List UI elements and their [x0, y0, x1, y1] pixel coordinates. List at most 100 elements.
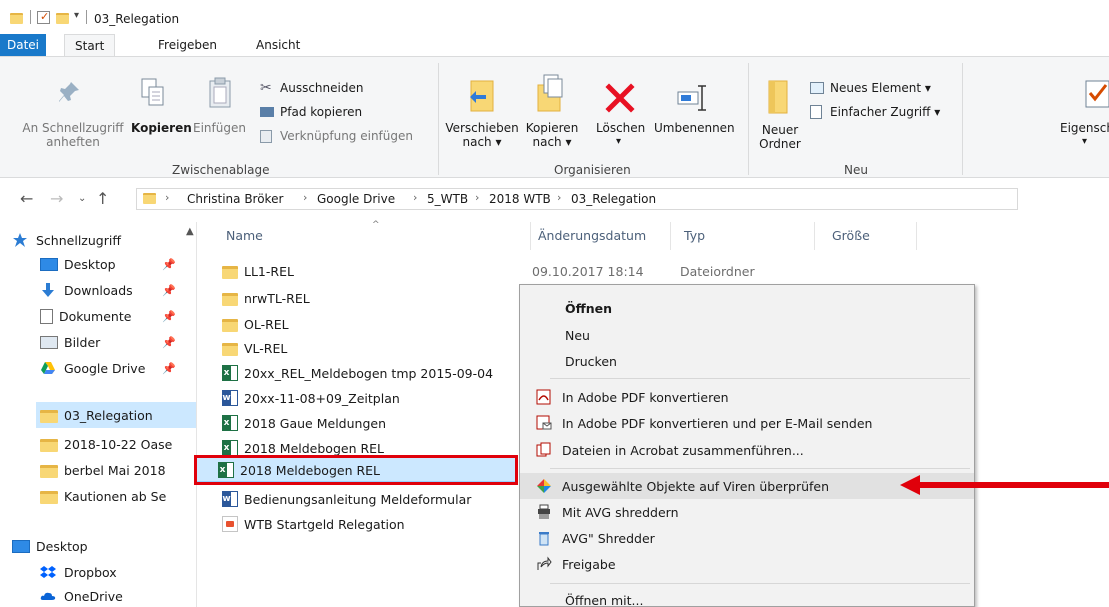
column-divider[interactable]: [530, 222, 531, 250]
menu-item-convert-pdf-email[interactable]: In Adobe PDF konvertieren und per E-Mail…: [520, 410, 974, 436]
properties-checkbox-icon[interactable]: ✓: [37, 10, 50, 24]
acrobat-combine-icon: [536, 442, 552, 458]
folder-icon: [40, 438, 58, 452]
folder-icon: [222, 318, 238, 332]
column-divider[interactable]: [916, 222, 917, 250]
forward-arrow-icon[interactable]: →: [50, 188, 63, 210]
easy-access-button[interactable]: Einfacher Zugriff ▾: [810, 103, 960, 121]
dropbox-icon: [40, 564, 58, 580]
nav-item-label: berbel Mai 2018: [64, 462, 166, 478]
pin-icon[interactable]: 📌: [162, 336, 176, 349]
cloud-icon: [40, 588, 58, 604]
nav-item-label: Bilder: [64, 334, 101, 350]
nav-item-onedrive[interactable]: OneDrive: [40, 584, 196, 607]
rename-button[interactable]: Umbenennen: [654, 121, 735, 135]
menu-item-combine-acrobat[interactable]: Dateien in Acrobat zusammenführen...: [520, 437, 974, 463]
new-item-button[interactable]: Neues Element ▾: [810, 79, 950, 97]
file-name: nrwTL-REL: [244, 290, 310, 306]
nav-item-kautionen[interactable]: Kautionen ab Se: [40, 484, 196, 508]
sort-up-icon: ^: [372, 220, 380, 230]
tab-datei[interactable]: Datei: [0, 34, 46, 56]
scroll-up-arrow[interactable]: ▲: [186, 226, 194, 237]
nav-item-oase[interactable]: 2018-10-22 Oase: [40, 432, 196, 456]
nav-item-desktop-root[interactable]: Desktop: [12, 534, 168, 558]
pin-icon: [56, 79, 82, 108]
breadcrumb-5-wtb[interactable]: 5_WTB: [427, 192, 468, 206]
column-divider[interactable]: [670, 222, 671, 250]
column-divider[interactable]: [814, 222, 815, 250]
tab-freigeben[interactable]: Freigeben: [148, 34, 227, 56]
column-type[interactable]: Typ: [684, 228, 705, 243]
nav-item-berbel[interactable]: berbel Mai 2018: [40, 458, 196, 482]
menu-item-new[interactable]: Neu: [520, 322, 974, 348]
tab-ansicht[interactable]: Ansicht: [246, 34, 310, 56]
column-size[interactable]: Größe: [832, 228, 870, 243]
quick-access-dropdown-icon[interactable]: ▾: [74, 10, 79, 21]
cut-label: Ausschneiden: [280, 81, 364, 95]
chevron-right-icon[interactable]: ›: [165, 191, 169, 204]
avg-scan-icon: [536, 478, 552, 494]
copy-path-button[interactable]: Pfad kopieren: [260, 103, 420, 121]
copy-to-button[interactable]: Kopieren nach ▾: [522, 121, 582, 149]
menu-item-label: Öffnen: [565, 300, 613, 316]
delete-button[interactable]: Löschen: [596, 121, 645, 135]
copy-button[interactable]: Kopieren: [131, 121, 192, 135]
menu-item-print[interactable]: Drucken: [520, 348, 974, 374]
address-bar[interactable]: › Christina Bröker › Google Drive › 5_WT…: [136, 188, 1018, 210]
group-label-new: Neu: [844, 163, 868, 177]
pin-icon[interactable]: 📌: [162, 310, 176, 323]
breadcrumb-google-drive[interactable]: Google Drive: [317, 192, 395, 206]
file-name: WTB Startgeld Relegation: [244, 516, 405, 532]
up-arrow-icon[interactable]: ↑: [96, 188, 109, 210]
nav-item-label: Kautionen ab Se: [64, 488, 167, 504]
pin-icon[interactable]: 📌: [162, 362, 176, 375]
nav-item-03-relegation[interactable]: 03_Relegation: [40, 403, 196, 427]
chevron-right-icon[interactable]: ›: [413, 191, 417, 204]
cut-button[interactable]: ✂ Ausschneiden: [260, 79, 420, 97]
tab-start[interactable]: Start: [64, 34, 116, 57]
file-name: VL-REL: [244, 340, 288, 356]
menu-separator: [550, 378, 970, 379]
nav-item-label: Dropbox: [64, 564, 117, 580]
recent-locations-icon[interactable]: ⌄: [78, 188, 86, 210]
move-to-button[interactable]: Verschieben nach ▾: [440, 121, 524, 149]
folder-icon: [40, 464, 58, 478]
back-arrow-icon[interactable]: ←: [20, 188, 33, 210]
excel-icon: [222, 365, 238, 381]
paste-button[interactable]: Einfügen: [193, 121, 246, 135]
nav-item-label: OneDrive: [64, 588, 123, 604]
new-folder-icon[interactable]: [56, 13, 69, 24]
menu-item-label: Neu: [565, 327, 590, 343]
properties-dropdown-arrow[interactable]: ▾: [1082, 135, 1087, 149]
pane-divider[interactable]: [196, 222, 197, 607]
menu-item-label: AVG" Shredder: [562, 530, 655, 546]
menu-item-avg-shred[interactable]: Mit AVG shreddern: [520, 499, 974, 525]
menu-item-open[interactable]: Öffnen: [520, 295, 974, 321]
breadcrumb-2018-wtb[interactable]: 2018 WTB: [489, 192, 551, 206]
nav-item-quick-access[interactable]: Schnellzugriff: [12, 228, 168, 252]
easy-access-icon: [810, 105, 822, 119]
column-name[interactable]: Name: [226, 228, 263, 243]
properties-button[interactable]: Eigensch: [1060, 121, 1109, 135]
nav-item-dropbox[interactable]: Dropbox: [40, 560, 196, 584]
delete-dropdown-arrow[interactable]: ▾: [616, 135, 621, 149]
menu-item-open-with[interactable]: Öffnen mit...: [520, 587, 974, 607]
pin-to-quick-access-button[interactable]: An Schnellzugriff anheften: [20, 121, 126, 149]
menu-item-convert-pdf[interactable]: In Adobe PDF konvertieren: [520, 384, 974, 410]
column-date[interactable]: Änderungsdatum: [538, 228, 646, 243]
menu-item-avg-shredder[interactable]: AVG" Shredder: [520, 525, 974, 551]
pin-icon[interactable]: 📌: [162, 284, 176, 297]
new-folder-button[interactable]: Neuer Ordner: [752, 123, 808, 151]
pin-icon[interactable]: 📌: [162, 258, 176, 271]
breadcrumb-03-relegation[interactable]: 03_Relegation: [571, 192, 656, 206]
folder-icon: [10, 13, 23, 24]
share-icon: [536, 556, 552, 572]
menu-item-share[interactable]: Freigabe: [520, 551, 974, 577]
file-row[interactable]: LL1-REL 09.10.2017 18:14 Dateiordner: [222, 260, 782, 282]
breadcrumb-user[interactable]: Christina Bröker: [187, 192, 283, 206]
paste-shortcut-button[interactable]: Verknüpfung einfügen: [260, 127, 430, 145]
file-name: Bedienungsanleitung Meldeformular: [244, 491, 472, 507]
chevron-right-icon[interactable]: ›: [557, 191, 561, 204]
chevron-right-icon[interactable]: ›: [475, 191, 479, 204]
chevron-right-icon[interactable]: ›: [303, 191, 307, 204]
